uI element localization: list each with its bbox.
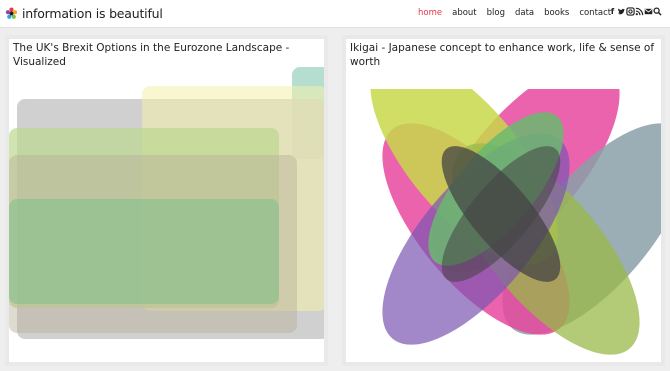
card-title[interactable]: Ikigai - Japanese concept to enhance wor… bbox=[350, 41, 655, 69]
site-logo[interactable]: information is beautiful bbox=[5, 4, 163, 22]
nav-link-about[interactable]: about bbox=[452, 8, 477, 18]
card-title[interactable]: The UK's Brexit Options in the Eurozone … bbox=[13, 41, 318, 69]
main-nav: home about blog data books contact bbox=[418, 8, 621, 18]
nav-link-blog[interactable]: blog bbox=[487, 8, 505, 18]
flower-logo-icon bbox=[5, 7, 18, 19]
facebook-icon[interactable]: f bbox=[608, 7, 617, 16]
article-card-ikigai[interactable]: Ikigai - Japanese concept to enhance wor… bbox=[342, 35, 665, 366]
nav-link-data[interactable]: data bbox=[515, 8, 534, 18]
site-header: information is beautiful home about blog… bbox=[0, 0, 670, 28]
ikigai-venn-thumbnail bbox=[370, 89, 661, 355]
brexit-visualization-thumbnail bbox=[9, 67, 324, 362]
search-icon[interactable] bbox=[653, 7, 662, 16]
nav-link-books[interactable]: books bbox=[544, 8, 569, 18]
email-icon[interactable] bbox=[644, 7, 653, 16]
instagram-icon[interactable] bbox=[626, 7, 635, 16]
article-card-brexit[interactable]: The UK's Brexit Options in the Eurozone … bbox=[5, 35, 328, 366]
site-logo-text: information is beautiful bbox=[22, 5, 163, 21]
twitter-icon[interactable] bbox=[617, 7, 626, 16]
rss-icon[interactable] bbox=[635, 7, 644, 16]
nav-link-home[interactable]: home bbox=[418, 8, 442, 18]
social-icons: f bbox=[604, 7, 662, 16]
